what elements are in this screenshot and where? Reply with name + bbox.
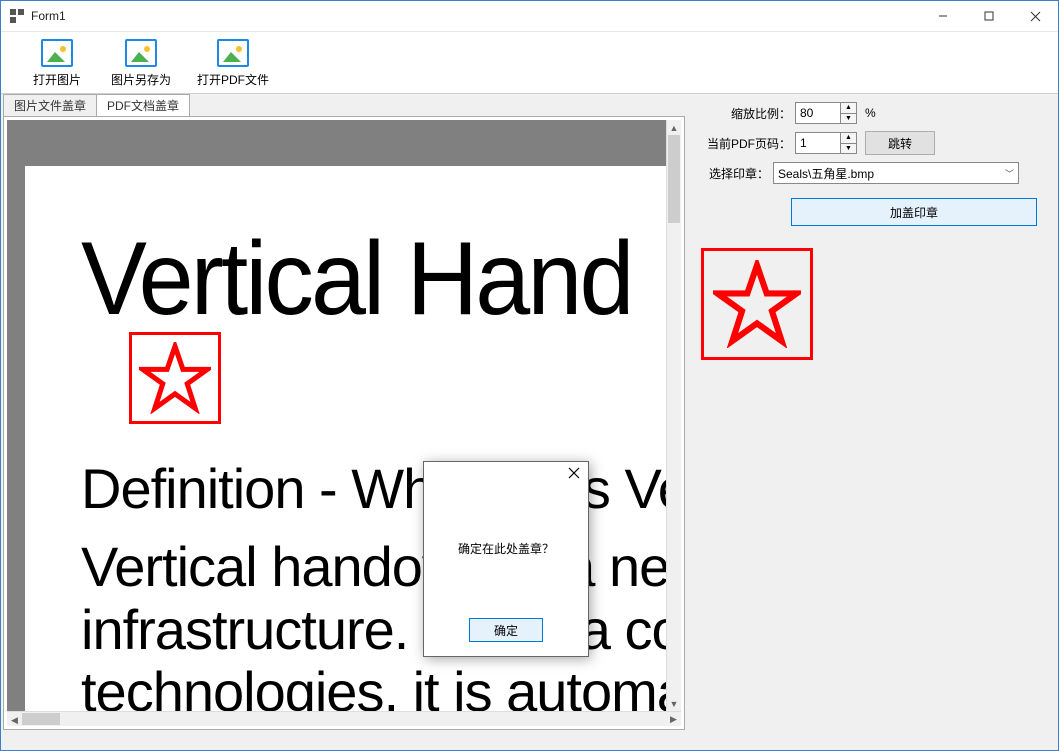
pdf-heading: Vertical Hand xyxy=(81,220,632,339)
scroll-right-icon[interactable]: ▶ xyxy=(666,712,681,726)
close-button[interactable] xyxy=(1012,1,1058,31)
open-pdf-label: 打开PDF文件 xyxy=(197,71,269,88)
zoom-input[interactable] xyxy=(796,103,840,123)
close-icon xyxy=(568,467,580,479)
minimize-button[interactable] xyxy=(920,1,966,31)
maximize-button[interactable] xyxy=(966,1,1012,31)
window-title: Form1 xyxy=(31,9,66,23)
spin-up-icon[interactable]: ▲ xyxy=(840,133,856,143)
dialog-message: 确定在此处盖章？ xyxy=(424,540,588,557)
horizontal-scrollbar[interactable]: ◀ ▶ xyxy=(7,711,681,726)
client-area: 图片文件盖章 PDF文档盖章 Vertical Hand Definition … xyxy=(1,94,1058,750)
scroll-thumb[interactable] xyxy=(668,135,680,223)
image-icon xyxy=(125,39,157,67)
scroll-thumb[interactable] xyxy=(22,713,60,725)
spin-up-icon[interactable]: ▲ xyxy=(840,103,856,113)
spin-down-icon[interactable]: ▼ xyxy=(840,113,856,124)
zoom-label: 缩放比例： xyxy=(695,105,795,122)
image-icon xyxy=(41,39,73,67)
seal-placement-marker[interactable] xyxy=(129,332,221,424)
seal-preview xyxy=(701,248,813,360)
dialog-close-button[interactable] xyxy=(568,466,580,483)
page-spinbox[interactable]: ▲ ▼ xyxy=(795,132,857,154)
image-icon xyxy=(217,39,249,67)
app-icon xyxy=(9,8,25,24)
page-label: 当前PDF页码： xyxy=(695,135,795,152)
save-image-as-button[interactable]: 图片另存为 xyxy=(99,34,183,93)
scroll-down-icon[interactable]: ▼ xyxy=(667,696,681,711)
seal-selected-value: Seals\五角星.bmp xyxy=(778,165,874,182)
open-pdf-button[interactable]: 打开PDF文件 xyxy=(183,34,283,93)
open-image-button[interactable]: 打开图片 xyxy=(15,34,99,93)
settings-panel: 缩放比例： ▲ ▼ % 当前PDF页码： ▲ ▼ xyxy=(695,98,1052,360)
window-controls xyxy=(920,1,1058,31)
toolbar: 打开图片 图片另存为 打开PDF文件 xyxy=(1,32,1058,94)
chevron-down-icon: ﹀ xyxy=(1005,167,1014,180)
pdf-body-line: technologies, it is automat xyxy=(81,661,666,711)
star-icon xyxy=(139,342,211,414)
apply-seal-button[interactable]: 加盖印章 xyxy=(791,198,1037,226)
star-icon xyxy=(713,260,801,348)
scroll-left-icon[interactable]: ◀ xyxy=(7,714,22,728)
jump-button[interactable]: 跳转 xyxy=(865,131,935,155)
vertical-scrollbar[interactable]: ▲ ▼ xyxy=(666,120,681,711)
tab-strip: 图片文件盖章 PDF文档盖章 xyxy=(3,94,189,116)
seal-label: 选择印章： xyxy=(695,165,773,182)
zoom-spinbox[interactable]: ▲ ▼ xyxy=(795,102,857,124)
confirm-dialog: 确定在此处盖章？ 确定 xyxy=(423,461,589,657)
app-window: Form1 打开图片 图片另存为 打开PDF文件 图 xyxy=(0,0,1059,751)
save-image-as-label: 图片另存为 xyxy=(111,71,171,88)
tab-image-stamp[interactable]: 图片文件盖章 xyxy=(3,94,97,116)
titlebar: Form1 xyxy=(1,1,1058,32)
open-image-label: 打开图片 xyxy=(33,71,81,88)
dialog-ok-button[interactable]: 确定 xyxy=(469,618,543,642)
scroll-up-icon[interactable]: ▲ xyxy=(667,120,681,135)
seal-combobox[interactable]: Seals\五角星.bmp ﹀ xyxy=(773,162,1019,184)
spin-down-icon[interactable]: ▼ xyxy=(840,143,856,154)
tab-pdf-stamp[interactable]: PDF文档盖章 xyxy=(96,94,190,116)
zoom-unit: % xyxy=(865,106,876,120)
page-input[interactable] xyxy=(796,133,840,153)
